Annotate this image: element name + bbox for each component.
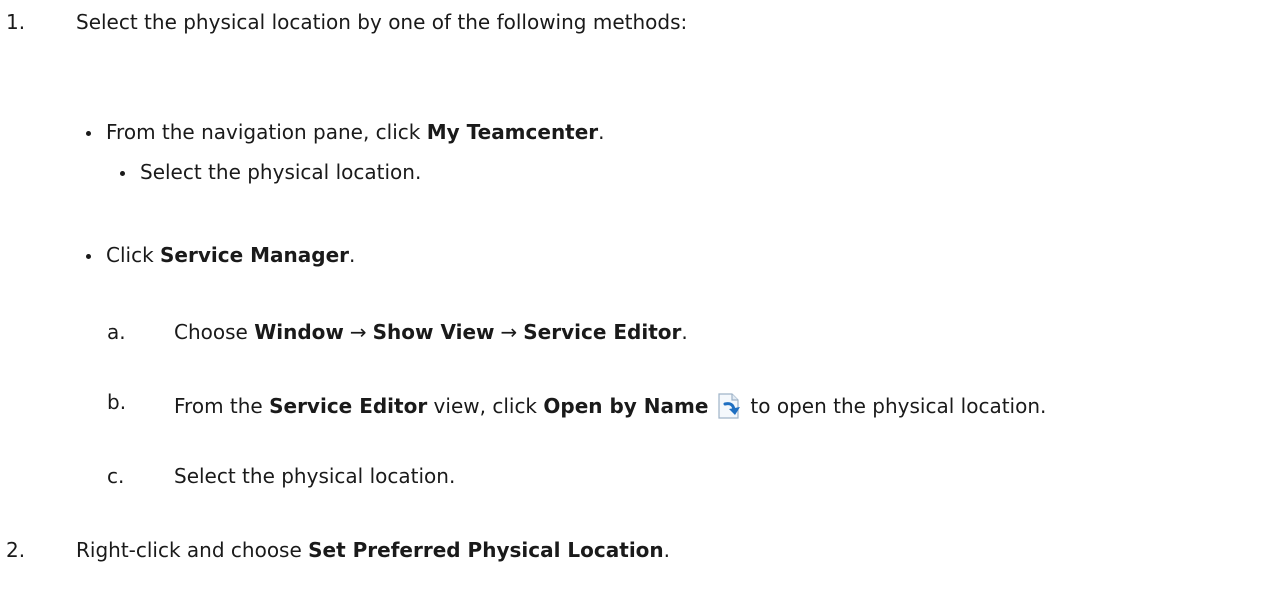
menu-arrow: →: [500, 320, 518, 344]
bullet-service-manager-text: Click Service Manager.: [106, 245, 355, 265]
sub-bullet-text: Select the physical location.: [140, 160, 422, 184]
open-by-name-icon: [714, 392, 744, 420]
bullet-dot: [120, 171, 125, 176]
text-segment: Choose: [174, 320, 255, 344]
sub-step-b-text: From the Service Editor view, click Open…: [174, 392, 1046, 420]
text-segment: to open the physical location.: [750, 394, 1047, 418]
text-segment: view, click: [427, 394, 544, 418]
menu-path-service-editor: Service Editor: [523, 320, 682, 344]
step-2-marker: 2.: [6, 538, 26, 562]
bullet-dot: [86, 254, 91, 259]
text-segment: Click: [106, 243, 161, 267]
text-segment: From the navigation pane, click: [106, 120, 427, 144]
text-segment: Right-click and choose: [76, 538, 309, 562]
menu-path-show-view: Show View: [372, 320, 495, 344]
sub-step-b-marker: b.: [107, 390, 127, 414]
ui-term-service-manager: Service Manager: [160, 243, 349, 267]
text-segment: .: [663, 538, 671, 562]
text-segment: .: [598, 120, 605, 144]
bullet-my-teamcenter-text: From the navigation pane, click My Teamc…: [106, 122, 605, 142]
bullet-dot: [86, 131, 91, 136]
sub-step-a-marker: a.: [107, 320, 126, 344]
ui-term-set-preferred-location: Set Preferred Physical Location: [308, 538, 664, 562]
ui-term-service-editor: Service Editor: [269, 394, 428, 418]
step-1-text: Select the physical location by one of t…: [76, 10, 688, 34]
sub-step-c-text: Select the physical location.: [174, 464, 456, 488]
sub-step-a-text: Choose Window → Show View → Service Editor.: [174, 322, 688, 342]
menu-path-window: Window: [254, 320, 344, 344]
ui-term-my-teamcenter: My Teamcenter: [426, 120, 599, 144]
text-segment: .: [349, 243, 356, 267]
ui-term-open-by-name: Open by Name: [543, 394, 709, 418]
menu-arrow: →: [349, 320, 367, 344]
text-segment: .: [681, 320, 688, 344]
text-segment: From the: [174, 394, 270, 418]
step-1-marker: 1.: [6, 10, 26, 34]
step-2-text: Right-click and choose Set Preferred Phy…: [76, 540, 670, 560]
sub-step-c-marker: c.: [107, 464, 125, 488]
